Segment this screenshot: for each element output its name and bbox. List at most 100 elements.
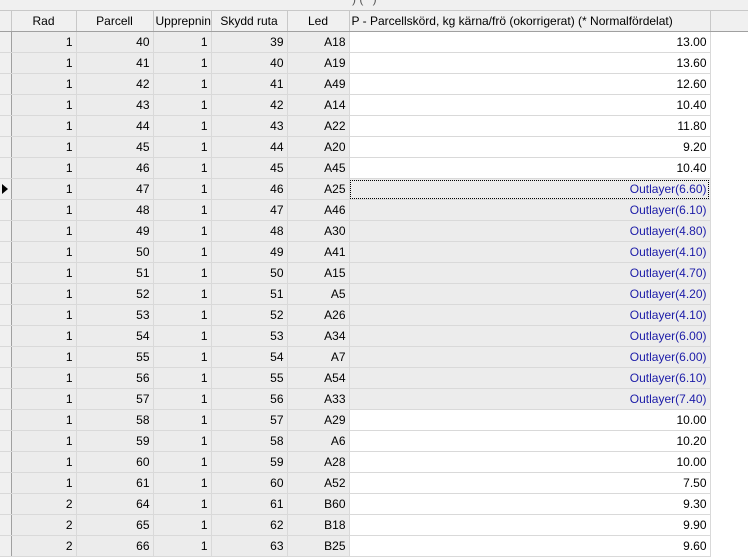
cell-upprepning[interactable]: 1 — [153, 73, 212, 95]
cell-parcellskord[interactable]: 10.40 — [349, 157, 711, 179]
cell-led[interactable]: A6 — [287, 430, 350, 452]
cell-skydd-ruta[interactable]: 57 — [211, 409, 288, 431]
cell-upprepning[interactable]: 1 — [153, 388, 212, 410]
cell-parcellskord[interactable]: 9.30 — [349, 493, 711, 515]
cell-parcell[interactable]: 45 — [76, 136, 154, 158]
cell-rad[interactable]: 1 — [11, 115, 77, 137]
cell-parcellskord[interactable]: 7.50 — [349, 472, 711, 494]
row-selector[interactable] — [0, 367, 12, 389]
cell-led[interactable]: A34 — [287, 325, 350, 347]
cell-led[interactable]: A49 — [287, 73, 350, 95]
cell-parcell[interactable]: 43 — [76, 94, 154, 116]
cell-parcellskord[interactable]: 13.00 — [349, 31, 711, 53]
cell-led[interactable]: A5 — [287, 283, 350, 305]
cell-parcellskord[interactable]: 9.20 — [349, 136, 711, 158]
cell-led[interactable]: A52 — [287, 472, 350, 494]
cell-upprepning[interactable]: 1 — [153, 262, 212, 284]
table-row[interactable]: 2 66 1 63 B25 9.60 — [0, 535, 748, 557]
cell-parcell[interactable]: 54 — [76, 325, 154, 347]
cell-rad[interactable]: 1 — [11, 325, 77, 347]
cell-parcellskord[interactable]: 9.90 — [349, 514, 711, 536]
cell-skydd-ruta[interactable]: 44 — [211, 136, 288, 158]
cell-parcellskord[interactable]: 10.00 — [349, 451, 711, 473]
cell-rad[interactable]: 1 — [11, 136, 77, 158]
cell-skydd-ruta[interactable]: 48 — [211, 220, 288, 242]
cell-parcellskord[interactable]: Outlayer(6.60) — [349, 178, 711, 200]
cell-parcell[interactable]: 58 — [76, 409, 154, 431]
cell-rad[interactable]: 1 — [11, 241, 77, 263]
cell-led[interactable]: A7 — [287, 346, 350, 368]
cell-upprepning[interactable]: 1 — [153, 409, 212, 431]
cell-skydd-ruta[interactable]: 60 — [211, 472, 288, 494]
cell-led[interactable]: A22 — [287, 115, 350, 137]
cell-led[interactable]: A25 — [287, 178, 350, 200]
cell-rad[interactable]: 1 — [11, 262, 77, 284]
cell-skydd-ruta[interactable]: 61 — [211, 493, 288, 515]
row-selector[interactable] — [0, 136, 12, 158]
row-selector[interactable] — [0, 493, 12, 515]
row-selector[interactable] — [0, 514, 12, 536]
column-header-rad[interactable]: Rad — [11, 11, 77, 32]
cell-parcell[interactable]: 60 — [76, 451, 154, 473]
cell-parcellskord[interactable]: Outlayer(7.40) — [349, 388, 711, 410]
cell-parcellskord[interactable]: 12.60 — [349, 73, 711, 95]
cell-led[interactable]: A18 — [287, 31, 350, 53]
cell-led[interactable]: A29 — [287, 409, 350, 431]
cell-parcell[interactable]: 64 — [76, 493, 154, 515]
cell-parcell[interactable]: 56 — [76, 367, 154, 389]
row-selector[interactable] — [0, 409, 12, 431]
cell-parcell[interactable]: 46 — [76, 157, 154, 179]
table-row[interactable]: 1 58 1 57 A29 10.00 — [0, 409, 748, 431]
table-row[interactable]: 1 57 1 56 A33 Outlayer(7.40) — [0, 388, 748, 410]
cell-parcellskord[interactable]: Outlayer(4.20) — [349, 283, 711, 305]
cell-parcell[interactable]: 59 — [76, 430, 154, 452]
cell-rad[interactable]: 2 — [11, 493, 77, 515]
table-row[interactable]: 1 47 1 46 A25 Outlayer(6.60) — [0, 178, 748, 200]
cell-upprepning[interactable]: 1 — [153, 94, 212, 116]
cell-led[interactable]: A54 — [287, 367, 350, 389]
cell-parcell[interactable]: 52 — [76, 283, 154, 305]
table-row[interactable]: 1 48 1 47 A46 Outlayer(6.10) — [0, 199, 748, 221]
cell-rad[interactable]: 1 — [11, 304, 77, 326]
cell-rad[interactable]: 1 — [11, 430, 77, 452]
table-row[interactable]: 1 56 1 55 A54 Outlayer(6.10) — [0, 367, 748, 389]
row-selector[interactable] — [0, 535, 12, 557]
column-header-parcell[interactable]: Parcell — [76, 11, 154, 32]
cell-skydd-ruta[interactable]: 41 — [211, 73, 288, 95]
cell-led[interactable]: A14 — [287, 94, 350, 116]
cell-skydd-ruta[interactable]: 59 — [211, 451, 288, 473]
cell-rad[interactable]: 1 — [11, 199, 77, 221]
table-row[interactable]: 1 49 1 48 A30 Outlayer(4.80) — [0, 220, 748, 242]
table-row[interactable]: 1 53 1 52 A26 Outlayer(4.10) — [0, 304, 748, 326]
cell-rad[interactable]: 1 — [11, 220, 77, 242]
cell-skydd-ruta[interactable]: 63 — [211, 535, 288, 557]
cell-upprepning[interactable]: 1 — [153, 493, 212, 515]
cell-skydd-ruta[interactable]: 42 — [211, 94, 288, 116]
cell-parcellskord[interactable]: Outlayer(6.00) — [349, 325, 711, 347]
cell-rad[interactable]: 2 — [11, 514, 77, 536]
cell-parcellskord[interactable]: Outlayer(4.70) — [349, 262, 711, 284]
cell-upprepning[interactable]: 1 — [153, 304, 212, 326]
row-selector[interactable] — [0, 115, 12, 137]
cell-skydd-ruta[interactable]: 62 — [211, 514, 288, 536]
cell-upprepning[interactable]: 1 — [153, 220, 212, 242]
cell-upprepning[interactable]: 1 — [153, 178, 212, 200]
cell-rad[interactable]: 1 — [11, 73, 77, 95]
column-header-upprepning[interactable]: Upprepning — [153, 11, 212, 32]
cell-skydd-ruta[interactable]: 58 — [211, 430, 288, 452]
cell-parcellskord[interactable]: 11.80 — [349, 115, 711, 137]
row-selector[interactable] — [0, 199, 12, 221]
cell-parcell[interactable]: 50 — [76, 241, 154, 263]
cell-skydd-ruta[interactable]: 46 — [211, 178, 288, 200]
cell-rad[interactable]: 1 — [11, 31, 77, 53]
cell-led[interactable]: B25 — [287, 535, 350, 557]
row-selector[interactable] — [0, 220, 12, 242]
cell-led[interactable]: A30 — [287, 220, 350, 242]
cell-skydd-ruta[interactable]: 40 — [211, 52, 288, 74]
cell-rad[interactable]: 1 — [11, 157, 77, 179]
row-selector[interactable] — [0, 346, 12, 368]
row-selector[interactable] — [0, 283, 12, 305]
row-selector[interactable] — [0, 304, 12, 326]
table-row[interactable]: 1 46 1 45 A45 10.40 — [0, 157, 748, 179]
cell-parcell[interactable]: 40 — [76, 31, 154, 53]
